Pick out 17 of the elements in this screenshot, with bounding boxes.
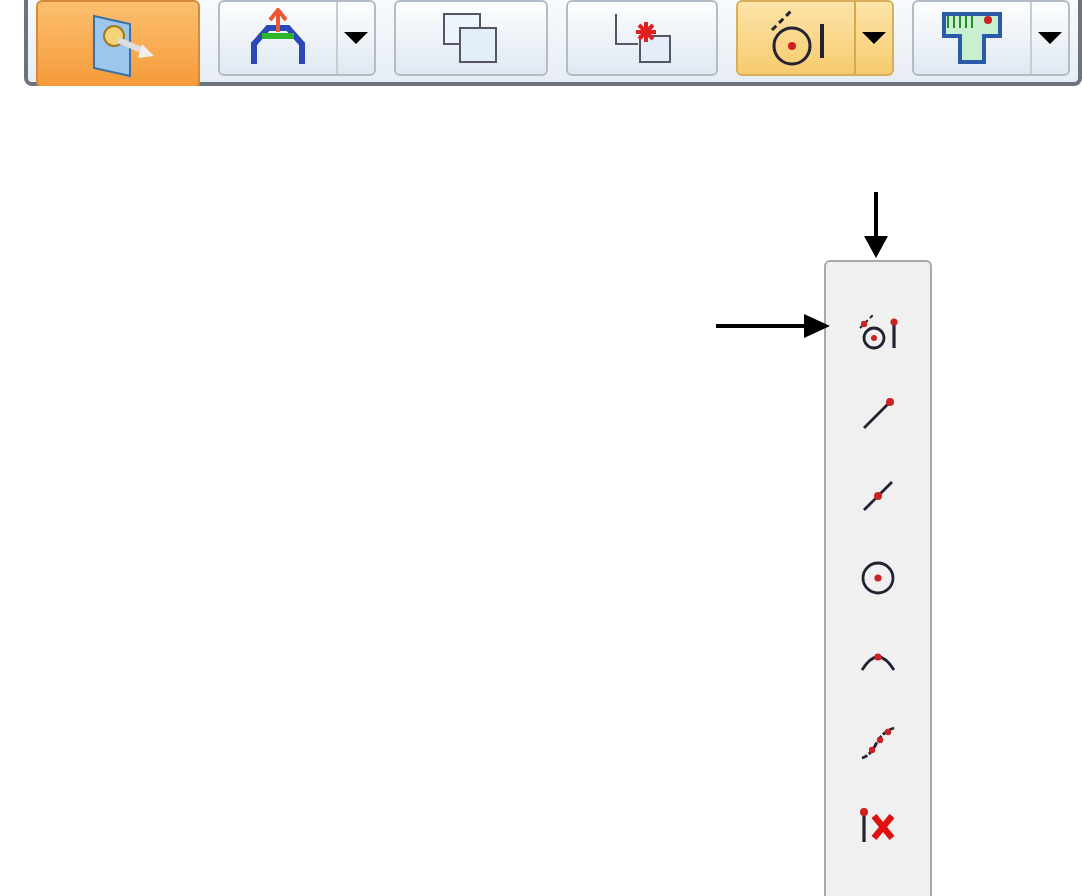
curve-icon[interactable] [858,721,898,761]
caret-icon [1038,32,1062,44]
remove-icon[interactable] [858,803,898,843]
split-button[interactable] [912,0,1070,76]
caret-icon [343,32,368,44]
split-button[interactable] [736,0,895,76]
caret-icon [862,32,887,44]
line-endpoint-icon[interactable] [858,393,898,433]
snap-icon[interactable] [856,311,900,351]
line-midpoint-icon[interactable] [858,475,898,515]
toolbar-button[interactable] [565,0,719,76]
split-button[interactable] [217,0,376,76]
pointer-arrow [864,192,888,260]
toolbar-button[interactable] [36,0,200,86]
pointer-arrow [716,314,832,338]
circle-center-icon[interactable] [858,557,898,597]
toolbar-button[interactable] [393,0,547,76]
